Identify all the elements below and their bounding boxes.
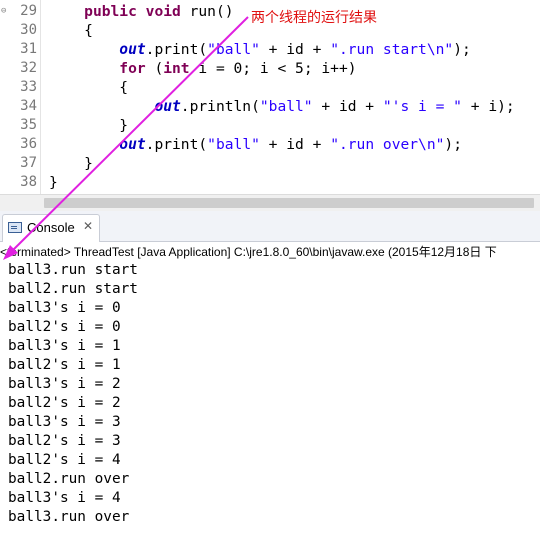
scrollbar-thumb[interactable] (44, 198, 534, 208)
code-token: + id + (259, 41, 331, 58)
code-text: } (49, 173, 58, 192)
tab-console[interactable]: Console ✕ (2, 214, 100, 242)
close-icon[interactable]: ✕ (83, 219, 93, 233)
line-number: 37 (20, 155, 37, 171)
code-line: 34 out.println("ball" + id + "'s i = " +… (0, 97, 540, 116)
code-token: for (119, 60, 146, 77)
code-token: void (145, 3, 181, 20)
console-output-line: ball2's i = 1 (8, 357, 121, 373)
console-icon (8, 222, 22, 233)
code-editor[interactable]: ⊖ 29 public void run() 30 {31 out.print("b… (0, 0, 540, 194)
code-line: 35 } (0, 116, 540, 135)
line-number: 33 (20, 79, 37, 95)
horizontal-scrollbar[interactable] (0, 194, 540, 211)
console-output-line: ball2's i = 4 (8, 452, 121, 468)
code-line: 32 for (int i = 0; i < 5; i++) (0, 59, 540, 78)
console-view-header: Console ✕ (0, 211, 540, 242)
annotation-label: 两个线程的运行结果 (251, 10, 377, 26)
line-number: 29 (20, 3, 37, 19)
code-text: for (int i = 0; i < 5; i++) (49, 59, 357, 78)
code-token: "ball" (207, 41, 260, 58)
console-output[interactable]: ball3.run start ball2.run start ball3's i … (8, 261, 138, 527)
code-token: ".run start\n" (330, 41, 454, 58)
console-output-line: ball2's i = 0 (8, 319, 121, 335)
console-output-line: ball2.run over (8, 471, 130, 487)
code-text: out.println("ball" + id + "'s i = " + i)… (49, 97, 515, 116)
line-number: 30 (20, 22, 37, 38)
code-text: out.print("ball" + id + ".run start\n"); (49, 40, 471, 59)
code-token: out (154, 98, 181, 115)
code-token: ); (453, 41, 471, 58)
code-token: public (84, 3, 137, 20)
code-line: 37 } (0, 154, 540, 173)
console-output-line: ball3.run start (8, 262, 138, 278)
code-line: 33 { (0, 78, 540, 97)
console-output-line: ball2.run start (8, 281, 138, 297)
code-token: "ball" (207, 136, 260, 153)
code-token: + id + (259, 136, 331, 153)
code-token: out (119, 136, 146, 153)
code-token: out (119, 41, 146, 58)
code-token: "ball" (259, 98, 313, 115)
tab-console-label: Console (27, 220, 75, 235)
code-token: } (49, 174, 58, 191)
code-text: } (49, 116, 128, 135)
code-line: 36 out.print("ball" + id + ".run over\n"… (0, 135, 540, 154)
code-token: int (163, 60, 190, 77)
code-token: i = 0; i < 5; i++) (189, 60, 357, 77)
code-token: { (49, 79, 129, 96)
console-output-line: ball2's i = 3 (8, 433, 121, 449)
code-text: { (49, 78, 128, 97)
code-line: 38} (0, 173, 540, 192)
console-output-line: ball3's i = 3 (8, 414, 121, 430)
code-line: 31 out.print("ball" + id + ".run start\n… (0, 40, 540, 59)
code-token: .print( (145, 41, 208, 58)
code-token: } (49, 117, 129, 134)
code-token: ( (145, 60, 164, 77)
code-text: { (49, 21, 93, 40)
console-output-line: ball3's i = 1 (8, 338, 121, 354)
console-output-line: ball2's i = 2 (8, 395, 121, 411)
code-token: + id + (312, 98, 383, 115)
console-status-line: <terminated> ThreadTest [Java Applicatio… (0, 242, 540, 262)
line-number: 36 (20, 136, 37, 152)
console-output-line: ball3's i = 2 (8, 376, 121, 392)
code-text: out.print("ball" + id + ".run over\n"); (49, 135, 462, 154)
line-number: 34 (20, 98, 37, 114)
console-output-line: ball3's i = 0 (8, 300, 121, 316)
code-token: ".run over\n" (330, 136, 445, 153)
line-number: 35 (20, 117, 37, 133)
code-text: } (49, 154, 93, 173)
console-output-line: ball3.run over (8, 509, 130, 525)
code-token: run() (180, 3, 234, 20)
code-token: ); (444, 136, 462, 153)
console-output-line: ball3's i = 4 (8, 490, 121, 506)
code-token: .println( (180, 98, 260, 115)
code-token: .print( (145, 136, 208, 153)
code-text: public void run() (49, 2, 234, 21)
code-token: } (49, 155, 93, 172)
line-number: 38 (20, 174, 37, 190)
code-token: { (49, 22, 93, 39)
code-token: "'s i = " (382, 98, 462, 115)
code-token: + i); (461, 98, 515, 115)
line-number: 31 (20, 41, 37, 57)
line-number: 32 (20, 60, 37, 76)
